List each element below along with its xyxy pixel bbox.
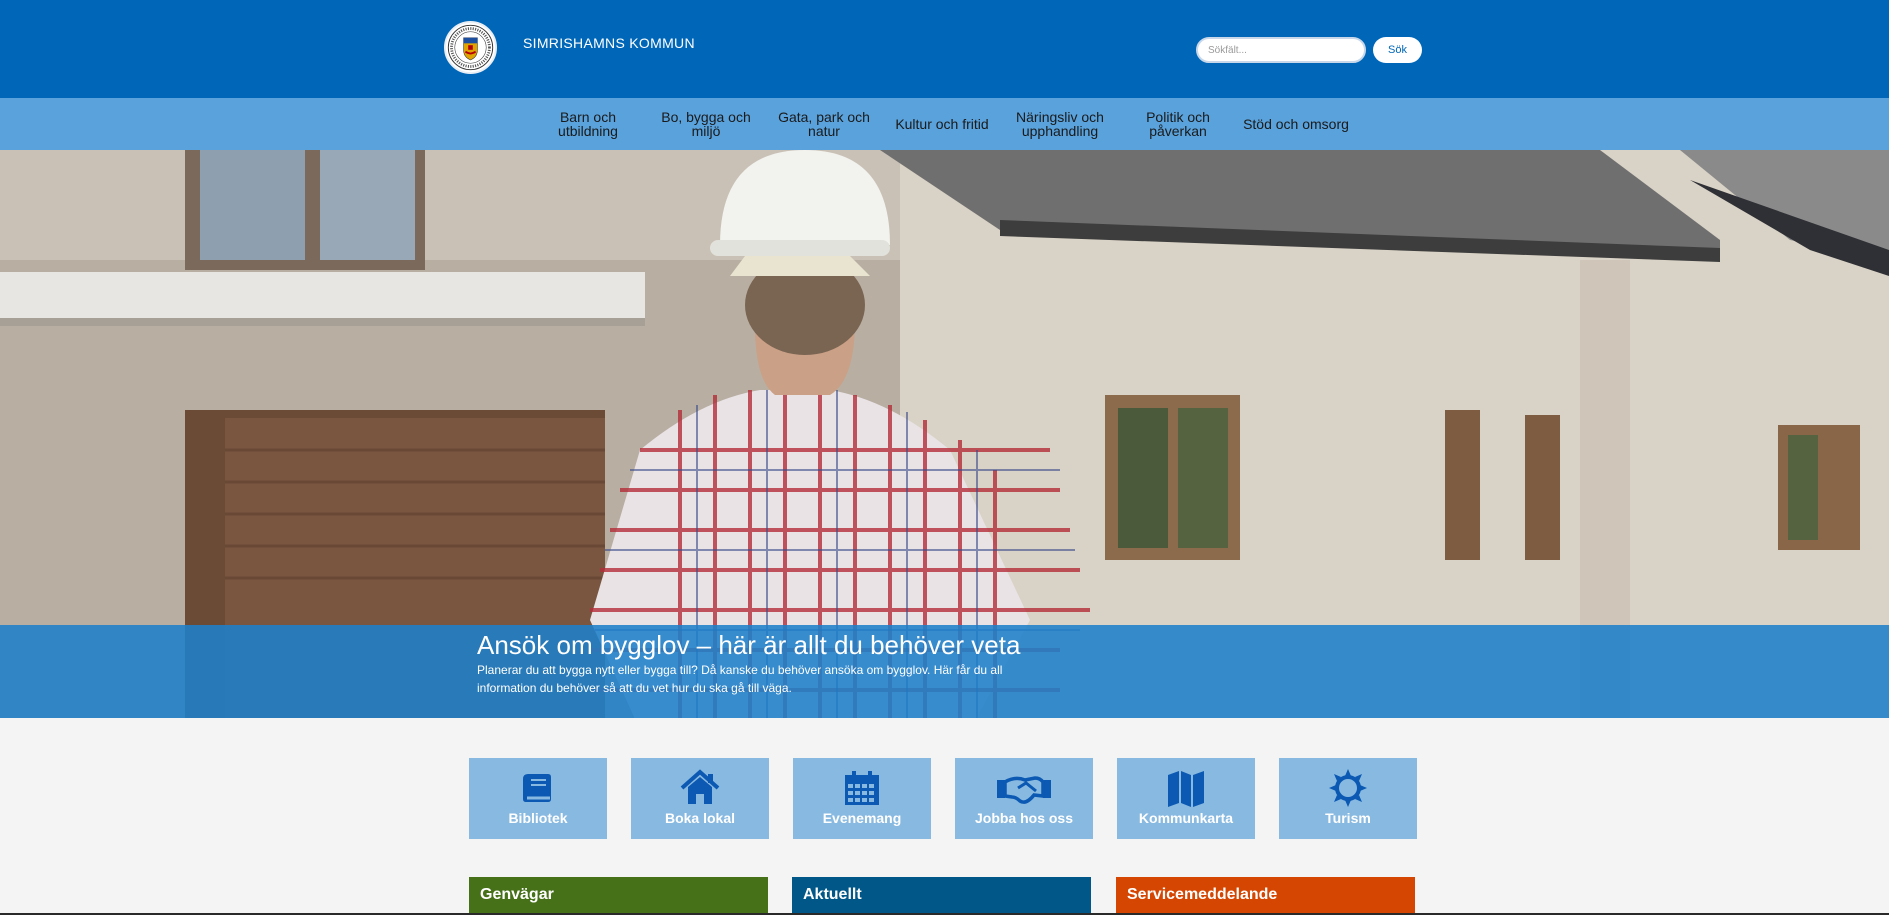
hero-text: Planerar du att bygga nytt eller bygga t… — [477, 663, 1003, 695]
handshake-icon — [996, 768, 1052, 808]
nav-item-gata-park-och-natur[interactable]: Gata, park och natur — [765, 98, 883, 150]
tile-turism[interactable]: Turism — [1279, 758, 1417, 839]
tile-label: Bibliotek — [508, 810, 568, 826]
main-navigation: Barn och utbildning Bo, bygga och miljö … — [0, 98, 1889, 150]
calendar-icon — [842, 768, 882, 808]
nav-item-politik-och-paverkan[interactable]: Politik och påverkan — [1119, 98, 1237, 150]
hero-title[interactable]: Ansök om bygglov – här är allt du behöve… — [477, 629, 1020, 661]
tile-label: Boka lokal — [664, 810, 736, 826]
sun-icon — [1328, 768, 1368, 808]
nav-item-bo-bygga-och-miljo[interactable]: Bo, bygga och miljö — [647, 98, 765, 150]
tile-jobba-hos-oss[interactable]: Jobba hos oss — [955, 758, 1093, 839]
nav-item-naringsliv-och-upphandling[interactable]: Näringsliv och upphandling — [1001, 98, 1119, 150]
tile-boka-lokal[interactable]: Boka lokal — [631, 758, 769, 839]
nav-item-stod-och-omsorg[interactable]: Stöd och omsorg — [1237, 98, 1355, 150]
tile-label: Evenemang — [822, 810, 902, 826]
municipality-seal-logo[interactable] — [444, 21, 497, 74]
search-input[interactable] — [1196, 37, 1366, 63]
nav-item-kultur-och-fritid[interactable]: Kultur och fritid — [883, 98, 1001, 150]
tile-bibliotek[interactable]: Bibliotek — [469, 758, 607, 839]
tile-kommunkarta[interactable]: Kommunkarta — [1117, 758, 1255, 839]
tile-label: Kommunkarta — [1138, 810, 1234, 826]
book-icon — [518, 768, 558, 808]
section-servicemeddelande[interactable]: Servicemeddelande — [1116, 877, 1415, 915]
section-aktuellt[interactable]: Aktuellt — [792, 877, 1091, 915]
tile-label: Jobba hos oss — [974, 810, 1074, 826]
site-title[interactable]: SIMRISHAMNS KOMMUN — [523, 35, 695, 51]
tile-label: Turism — [1325, 810, 1371, 826]
nav-item-barn-och-utbildning[interactable]: Barn och utbildning — [529, 98, 647, 150]
home-icon — [680, 768, 720, 808]
map-icon — [1166, 768, 1206, 808]
tile-evenemang[interactable]: Evenemang — [793, 758, 931, 839]
search-button[interactable]: Sök — [1373, 37, 1422, 63]
section-genvagar[interactable]: Genvägar — [469, 877, 768, 915]
site-header: SIMRISHAMNS KOMMUN Sök — [0, 0, 1889, 98]
